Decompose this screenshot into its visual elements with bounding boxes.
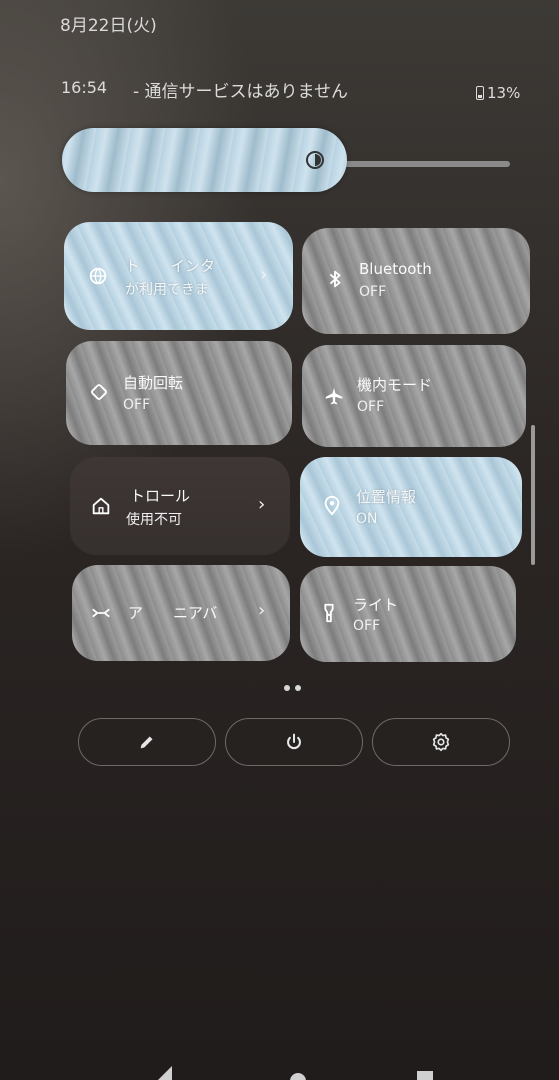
tile-internet-subtitle: が利用できま <box>125 282 209 298</box>
tile-airplane-title: 機内モード <box>357 376 433 394</box>
tile-location[interactable]: 位置情報 ON <box>300 457 522 557</box>
settings-gear-icon <box>432 732 450 752</box>
auto-rotate-icon <box>91 384 107 400</box>
battery-indicator: 13% <box>476 84 520 102</box>
tile-flashlight-title: ライト <box>353 596 399 614</box>
flashlight-icon <box>324 603 334 623</box>
page-dot-active <box>284 685 290 691</box>
nearby-share-icon <box>92 608 110 618</box>
nav-back-icon[interactable] <box>150 1062 180 1080</box>
date-label: 8月22日(火) <box>60 16 157 36</box>
tile-bluetooth-subtitle: OFF <box>359 284 387 300</box>
page-dot <box>295 685 301 691</box>
tile-flashlight-subtitle: OFF <box>353 618 381 634</box>
tile-auto-rotate[interactable]: 自動回転 OFF <box>66 341 292 445</box>
tile-device-controls[interactable]: トロール 使用不可 › <box>70 457 290 555</box>
airplane-icon <box>325 387 343 405</box>
battery-percent: 13% <box>487 84 521 102</box>
power-button[interactable] <box>225 718 363 766</box>
tile-internet[interactable]: ト インタ が利用できま › <box>64 222 293 330</box>
chevron-right-icon: › <box>258 494 266 515</box>
tiles-scrollbar[interactable] <box>531 425 535 565</box>
tile-airplane-subtitle: OFF <box>357 399 385 415</box>
tile-nearby-share[interactable]: ア ニアバ › <box>72 565 290 661</box>
tile-device-controls-subtitle: 使用不可 <box>126 512 182 528</box>
tile-flashlight[interactable]: ライト OFF <box>300 566 516 662</box>
bluetooth-icon <box>329 270 341 288</box>
battery-icon <box>476 86 484 100</box>
tile-airplane-mode[interactable]: 機内モード OFF <box>302 345 526 447</box>
clock-time: 16:54 <box>61 78 108 97</box>
settings-button[interactable] <box>372 718 510 766</box>
chevron-right-icon: › <box>258 600 266 621</box>
carrier-status: - 通信サービスはありません <box>133 82 349 102</box>
power-icon <box>287 733 301 750</box>
nav-home-icon[interactable] <box>283 1062 313 1080</box>
tile-device-controls-title: トロール <box>130 487 191 505</box>
tile-bluetooth-title: Bluetooth <box>359 260 432 278</box>
tile-nearby-share-title: ア ニアバ <box>128 604 218 622</box>
internet-icon <box>89 267 107 285</box>
edit-tiles-button[interactable] <box>78 718 216 766</box>
page-indicator <box>284 685 301 691</box>
tile-auto-rotate-subtitle: OFF <box>123 397 151 413</box>
tile-location-title: 位置情報 <box>356 488 417 506</box>
tile-auto-rotate-title: 自動回転 <box>123 374 184 392</box>
nav-recents-icon[interactable] <box>410 1062 440 1080</box>
tile-bluetooth[interactable]: Bluetooth OFF <box>302 228 530 334</box>
chevron-right-icon: › <box>260 264 268 285</box>
home-icon <box>92 497 110 515</box>
edit-pencil-icon <box>140 736 153 749</box>
brightness-slider-track[interactable] <box>330 161 510 167</box>
tile-internet-title: ト インタ <box>125 257 216 275</box>
brightness-icon <box>306 151 324 169</box>
tile-location-subtitle: ON <box>356 511 378 527</box>
location-icon <box>324 495 340 516</box>
